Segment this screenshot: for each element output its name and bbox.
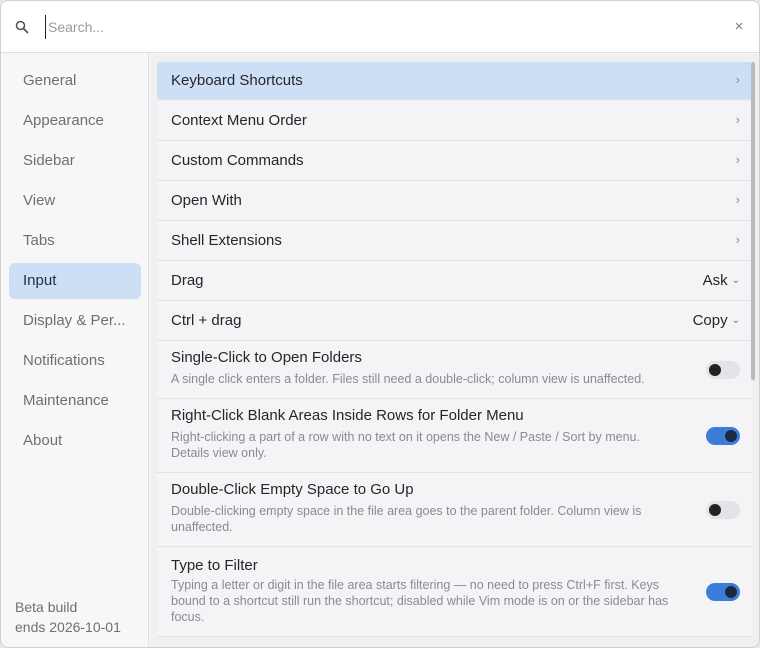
keyboard-shortcuts-label: Keyboard Shortcuts <box>171 72 303 89</box>
double-click-row: Double-Click Empty Space to Go Up Double… <box>157 473 752 547</box>
toggle-knob <box>725 430 737 442</box>
sidebar-item-sidebar[interactable]: Sidebar <box>9 143 141 179</box>
ctrl-drag-row: Ctrl + drag Copy ⌄ <box>157 301 752 341</box>
custom-commands-label: Custom Commands <box>171 152 304 169</box>
right-click-title: Right-Click Blank Areas Inside Rows for … <box>171 407 524 424</box>
double-click-description: Double-clicking empty space in the file … <box>171 504 642 534</box>
context-menu-order-label: Context Menu Order <box>171 112 307 129</box>
right-click-description: Right-clicking a part of a row with no t… <box>171 430 640 460</box>
single-click-description: A single click enters a folder. Files st… <box>171 372 645 386</box>
chevron-right-icon: › <box>735 112 740 127</box>
double-click-toggle[interactable] <box>706 501 740 519</box>
scrollbar-thumb[interactable] <box>751 62 755 380</box>
ctrl-drag-value: Copy <box>692 312 728 329</box>
search-input[interactable] <box>45 15 705 39</box>
drag-label: Drag <box>171 272 204 289</box>
beta-build-line: Beta build <box>15 599 78 615</box>
shell-extensions-label: Shell Extensions <box>171 232 282 249</box>
right-click-row: Right-Click Blank Areas Inside Rows for … <box>157 399 752 473</box>
toggle-knob <box>725 586 737 598</box>
chevron-down-icon: ⌄ <box>731 315 740 326</box>
settings-content: Keyboard Shortcuts › Context Menu Order … <box>150 54 759 647</box>
search-icon <box>15 20 29 34</box>
scrollbar[interactable] <box>750 62 756 642</box>
close-icon[interactable]: × <box>729 17 749 37</box>
right-click-toggle[interactable] <box>706 427 740 445</box>
settings-window: × General Appearance Sidebar View Tabs I… <box>0 0 760 648</box>
toggle-knob <box>709 504 721 516</box>
sidebar-item-view[interactable]: View <box>9 183 141 219</box>
single-click-title: Single-Click to Open Folders <box>171 349 362 366</box>
drag-row: Drag Ask ⌄ <box>157 261 752 301</box>
search-bar: × <box>1 1 759 53</box>
sidebar-item-input[interactable]: Input <box>9 263 141 299</box>
settings-sidebar: General Appearance Sidebar View Tabs Inp… <box>1 53 149 647</box>
beta-expiry-line: ends 2026-10-01 <box>15 619 121 635</box>
open-with-label: Open With <box>171 192 242 209</box>
ctrl-drag-label: Ctrl + drag <box>171 312 242 329</box>
drag-value: Ask <box>702 272 728 289</box>
context-menu-order-row[interactable]: Context Menu Order › <box>157 101 752 141</box>
open-with-row[interactable]: Open With › <box>157 181 752 221</box>
beta-build-notice: Beta build ends 2026-10-01 <box>15 597 121 637</box>
drag-dropdown[interactable]: Ask ⌄ <box>703 272 740 289</box>
toggle-knob <box>709 364 721 376</box>
single-click-row: Single-Click to Open Folders A single cl… <box>157 341 752 399</box>
chevron-down-icon: ⌄ <box>731 275 740 286</box>
custom-commands-row[interactable]: Custom Commands › <box>157 141 752 181</box>
sidebar-item-display-performance[interactable]: Display & Per... <box>9 303 141 339</box>
sidebar-item-appearance[interactable]: Appearance <box>9 103 141 139</box>
shell-extensions-row[interactable]: Shell Extensions › <box>157 221 752 261</box>
sidebar-item-notifications[interactable]: Notifications <box>9 343 141 379</box>
type-to-filter-toggle[interactable] <box>706 583 740 601</box>
chevron-right-icon: › <box>735 152 740 167</box>
single-click-toggle[interactable] <box>706 361 740 379</box>
sidebar-item-about[interactable]: About <box>9 423 141 459</box>
chevron-right-icon: › <box>735 192 740 207</box>
sidebar-item-general[interactable]: General <box>9 63 141 99</box>
type-to-filter-title: Type to Filter <box>171 557 258 574</box>
sidebar-item-tabs[interactable]: Tabs <box>9 223 141 259</box>
chevron-right-icon: › <box>735 72 740 87</box>
type-to-filter-description: Typing a letter or digit in the file are… <box>171 578 669 624</box>
type-to-filter-row: Type to Filter Typing a letter or digit … <box>157 547 752 637</box>
double-click-title: Double-Click Empty Space to Go Up <box>171 481 414 498</box>
keyboard-shortcuts-row[interactable]: Keyboard Shortcuts › <box>157 62 752 100</box>
ctrl-drag-dropdown[interactable]: Copy ⌄ <box>693 312 740 329</box>
sidebar-item-maintenance[interactable]: Maintenance <box>9 383 141 419</box>
chevron-right-icon: › <box>735 232 740 247</box>
